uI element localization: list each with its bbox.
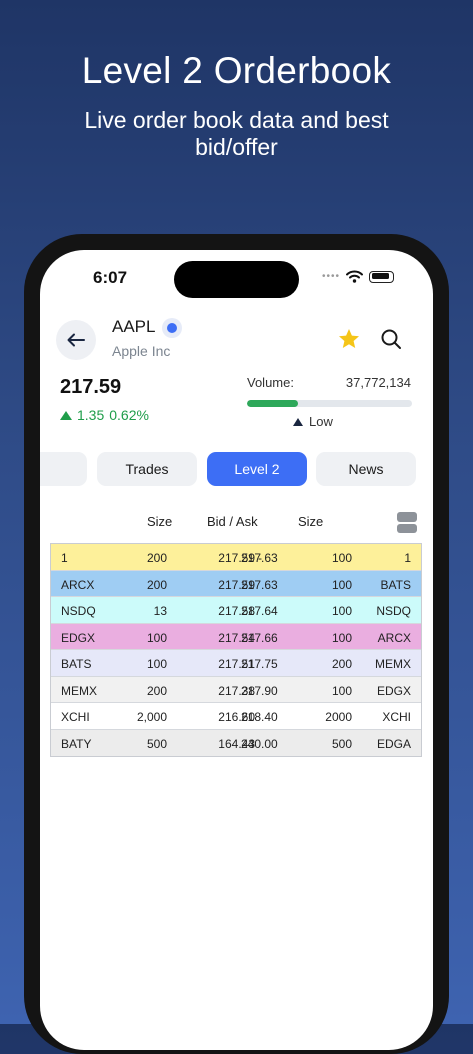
- orderbook-row: BATY 500 164.43 240.00 500 EDGA: [51, 729, 421, 756]
- bid-size: 200: [146, 577, 167, 592]
- ask-price: 217.63: [241, 577, 278, 592]
- ask-size: 100: [331, 551, 352, 565]
- arrow-left-icon: [67, 333, 85, 347]
- layout-toggle-icon[interactable]: [397, 512, 417, 533]
- ask-exchange: 1: [404, 551, 411, 565]
- ask-price: 218.40: [241, 710, 278, 724]
- ticker-symbol: AAPL: [112, 317, 156, 336]
- bid-exchange: ARCX: [61, 577, 95, 592]
- company-name: Apple Inc: [112, 343, 171, 359]
- bid-size: 200: [146, 551, 167, 565]
- ask-exchange: MEMX: [375, 657, 411, 671]
- bid-size: 100: [146, 657, 167, 671]
- battery-icon: [369, 270, 395, 283]
- star-icon[interactable]: [337, 327, 361, 351]
- volume-level: Low: [293, 414, 333, 429]
- last-price: 217.59: [60, 376, 122, 398]
- bid-size-header: Size: [147, 514, 173, 529]
- volume-level-label: Low: [309, 414, 333, 429]
- bid-exchange: BATY: [61, 736, 92, 751]
- ask-price: 217.66: [241, 630, 278, 645]
- bid-size: 200: [146, 683, 167, 698]
- bid-exchange: XCHI: [61, 710, 90, 724]
- orderbook-row: XCHI 2,000 216.60 218.40 2000 XCHI: [51, 703, 421, 730]
- bid-exchange: BATS: [61, 657, 92, 671]
- orderbook-row: EDGX 100 217.54 217.66 100 ARCX: [51, 623, 421, 650]
- promo-title: Level 2 Orderbook: [81, 50, 392, 91]
- bid-ask-header: Bid / Ask: [207, 514, 258, 529]
- orderbook-header: Size Bid / Ask Size: [40, 514, 433, 534]
- wifi-icon: [346, 270, 364, 283]
- orderbook-row: ARCX 200 217.59 217.63 100 BATS: [51, 570, 421, 597]
- ask-exchange: BATS: [380, 577, 411, 592]
- ask-exchange: XCHI: [382, 710, 411, 724]
- triangle-up-icon: [60, 410, 72, 420]
- volume-label: Volume:: [247, 375, 294, 390]
- bid-size: 100: [146, 630, 167, 645]
- ask-exchange: NSDQ: [376, 604, 411, 618]
- live-indicator-icon: [162, 318, 182, 338]
- bid-size: 2,000: [136, 710, 167, 724]
- ask-size: 100: [331, 604, 352, 618]
- orderbook-row: NSDQ 13 217.58 217.64 100 NSDQ: [51, 597, 421, 624]
- ask-size: 100: [331, 630, 352, 645]
- ask-price: 217.64: [241, 604, 278, 618]
- dynamic-island: [174, 261, 299, 298]
- tab-news[interactable]: News: [316, 452, 416, 486]
- ask-size: 200: [331, 657, 352, 671]
- status-icons: ••••: [322, 270, 395, 283]
- orderbook-row: 1 200 217.59-217.63 100 1: [51, 544, 421, 571]
- volume-bar: [247, 400, 412, 407]
- ask-size-header: Size: [298, 514, 324, 529]
- change-value: 1.35: [77, 407, 105, 423]
- price-change: 1.35 0.62%: [60, 407, 149, 423]
- volume-bar-fill: [247, 400, 299, 407]
- ask-price: 217.90: [241, 683, 278, 698]
- bid-exchange: 1: [61, 551, 68, 565]
- ask-price: 217.75: [241, 657, 278, 671]
- status-time: 6:07: [93, 268, 128, 287]
- promo-subtitle: Live order book data and best bid/offer: [84, 107, 389, 160]
- ask-price: 217.63: [241, 551, 278, 565]
- ask-price: 240.00: [241, 736, 278, 751]
- ask-size: 100: [331, 577, 352, 592]
- orderbook-row: BATS 100 217.51 217.75 200 MEMX: [51, 650, 421, 677]
- ask-size: 2000: [325, 710, 352, 724]
- orderbook-row: MEMX 200 217.38 217.90 100 EDGX: [51, 676, 421, 703]
- bid-exchange: NSDQ: [61, 604, 96, 618]
- bid-size: 13: [153, 604, 167, 618]
- app-screen: 6:07 •••• AAPL Apple Inc 217.59 1.35 0.6…: [40, 250, 433, 1050]
- search-icon[interactable]: [380, 328, 402, 350]
- volume-value: 37,772,134: [345, 375, 411, 390]
- ask-exchange: EDGA: [376, 736, 411, 751]
- ask-exchange: EDGX: [376, 683, 411, 698]
- bid-exchange: MEMX: [61, 683, 97, 698]
- ask-exchange: ARCX: [377, 630, 411, 645]
- ask-size: 100: [331, 683, 352, 698]
- bid-exchange: EDGX: [61, 630, 96, 645]
- tab-partial[interactable]: [40, 452, 87, 486]
- ask-size: 500: [331, 736, 352, 751]
- change-percent: 0.62%: [109, 407, 149, 423]
- signal-icon: ••••: [322, 271, 341, 282]
- tab-trades[interactable]: Trades: [97, 452, 197, 486]
- triangle-up-icon: [293, 417, 303, 426]
- bid-size: 500: [146, 736, 167, 751]
- back-button[interactable]: [56, 320, 96, 360]
- tab-level-2[interactable]: Level 2: [207, 452, 307, 486]
- tab-bar: Trades Level 2 News: [40, 452, 433, 486]
- orderbook-table: 1 200 217.59-217.63 100 1 ARCX 200 217.59 217.63…: [50, 543, 422, 757]
